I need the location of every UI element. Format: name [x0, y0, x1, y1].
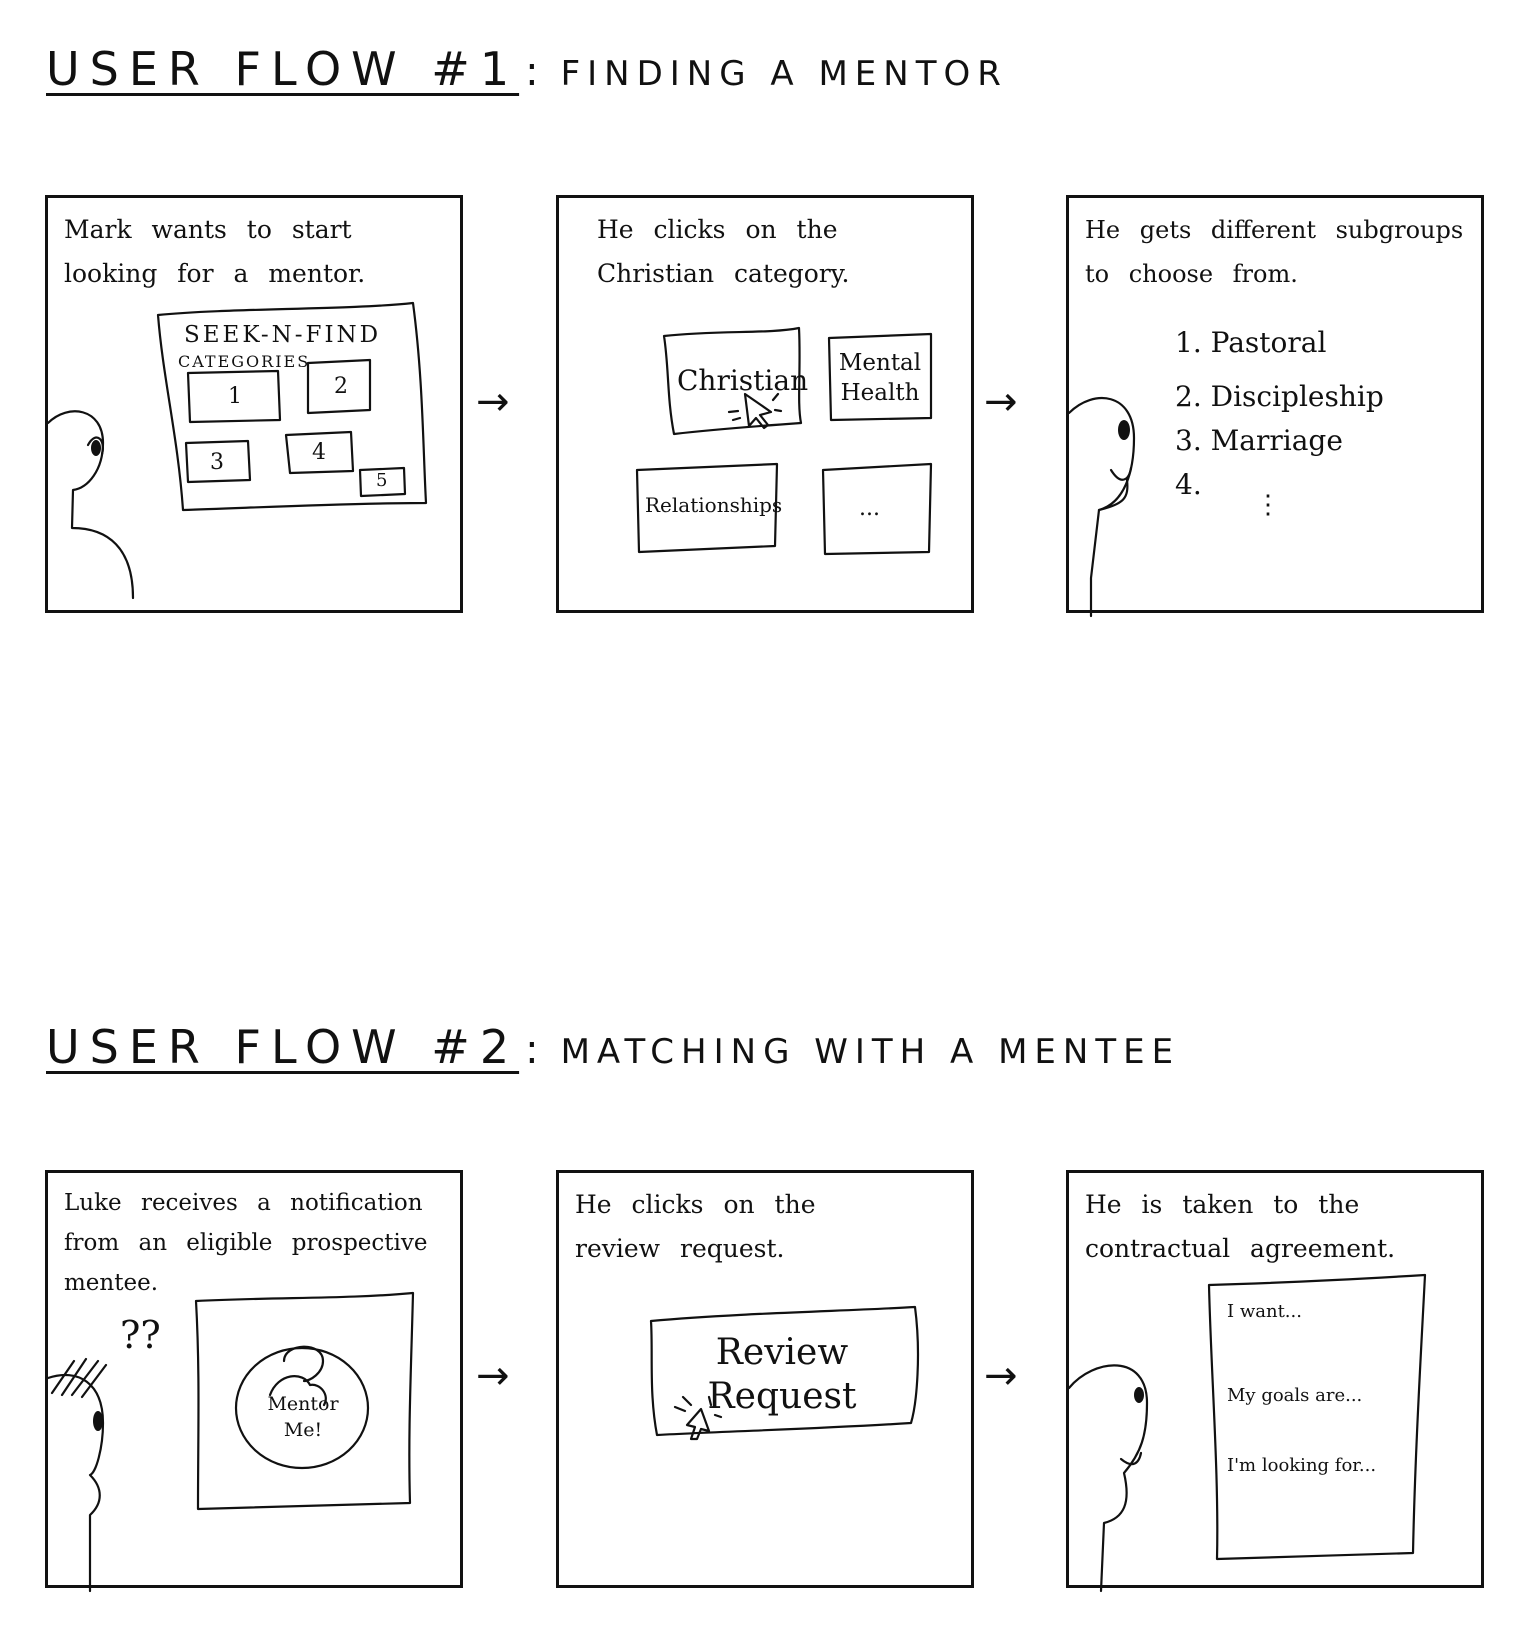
flow1-heading: USER FLOW #1: FINDING A MENTOR	[46, 42, 1008, 102]
agreement-line: My goals are...	[1227, 1385, 1363, 1406]
flow1-title: USER FLOW #1	[46, 42, 520, 96]
subgroup-item: 2. Discipleship	[1175, 380, 1384, 413]
screen-subtitle: CATEGORIES	[178, 352, 311, 371]
agreement-line: I want...	[1227, 1301, 1302, 1322]
category-tile-1: 1	[228, 384, 242, 409]
category-relationships: Relationships	[645, 493, 783, 517]
category-tile-3: 3	[210, 450, 224, 475]
agreement-line: I'm looking for...	[1227, 1455, 1377, 1476]
flow1-panel-3: He gets different subgroups to choose fr…	[1066, 195, 1484, 618]
flow2-panel-1: Luke receives a notification from an eli…	[45, 1170, 463, 1593]
category-mental-health: Mental Health	[838, 350, 922, 406]
flow2-title-colon: :	[525, 1027, 539, 1073]
flow1-panel-1: Mark wants to start looking for a mentor…	[45, 195, 463, 613]
subgroup-ellipsis: ⋮	[1255, 490, 1281, 520]
flow1-panel-2: He clicks on the Christian category. Chr…	[556, 195, 974, 613]
arrow-right: →	[476, 1353, 510, 1399]
subgroup-item: 1. Pastoral	[1175, 326, 1327, 359]
mark-figure-and-screen-sketch	[46, 301, 428, 600]
subgroup-item: 3. Marriage	[1175, 424, 1343, 457]
flow2-panel-3: He is taken to the contractual agreement…	[1066, 1170, 1484, 1593]
mentor-me-text: Mentor Me!	[267, 1393, 339, 1441]
category-christian: Christian	[677, 364, 809, 397]
subgroup-item: 4.	[1175, 468, 1202, 501]
flow2-panel-2: He clicks on the review request. Review …	[556, 1170, 974, 1588]
flow2-subtitle: MATCHING WITH A MENTEE	[560, 1032, 1181, 1072]
category-more: ...	[859, 496, 880, 521]
category-tile-5: 5	[376, 470, 388, 491]
agreement-document-sketch	[1067, 1273, 1427, 1593]
category-tile-4: 4	[312, 440, 326, 465]
flow2-title: USER FLOW #2	[46, 1020, 520, 1074]
arrow-right: →	[984, 1353, 1018, 1399]
arrow-right: →	[476, 379, 510, 425]
category-tile-2: 2	[334, 374, 348, 399]
flow2-heading: USER FLOW #2: MATCHING WITH A MENTEE	[46, 1020, 1180, 1080]
review-request-button: Review Request	[707, 1332, 857, 1417]
screen-title: SEEK-N-FIND	[184, 322, 382, 348]
confused-thought: ??	[120, 1313, 161, 1357]
flow1-subtitle: FINDING A MENTOR	[560, 54, 1008, 94]
arrow-right: →	[984, 379, 1018, 425]
flow1-title-colon: :	[525, 49, 539, 95]
luke-figure-and-notification-sketch	[46, 1291, 415, 1593]
